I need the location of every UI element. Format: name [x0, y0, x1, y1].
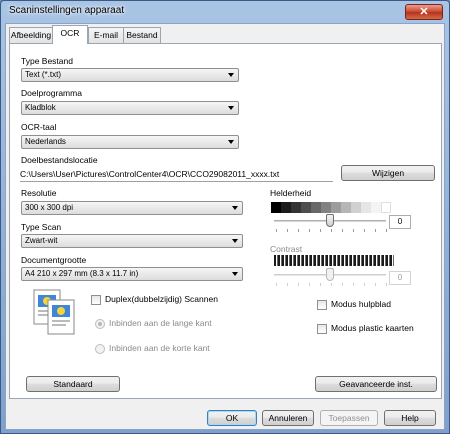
chevron-down-icon [228, 73, 234, 77]
target-app-label: Doelprogramma [21, 88, 82, 98]
chevron-down-icon [228, 140, 234, 144]
change-destination-button[interactable]: Wijzigen [341, 165, 435, 181]
target-app-value: Kladblok [25, 103, 56, 112]
chevron-down-icon [232, 239, 238, 243]
resolution-value: 300 x 300 dpi [25, 203, 74, 212]
binding-long-edge-label: Inbinden aan de lange kant [109, 318, 212, 328]
binding-long-edge-radio[interactable] [95, 319, 105, 329]
ok-button[interactable]: OK [207, 410, 257, 426]
document-size-label: Documentgrootte [21, 255, 87, 265]
cancel-button[interactable]: Annuleren [262, 410, 314, 426]
tab-ocr[interactable]: OCR [52, 25, 88, 44]
apply-button[interactable]: Toepassen [320, 410, 378, 426]
contrast-slider-thumb[interactable] [326, 268, 334, 281]
window-title: Scaninstellingen apparaat [9, 5, 125, 16]
contrast-slider-ticks [276, 283, 388, 286]
brightness-value-field[interactable]: 0 [389, 215, 411, 229]
document-size-value: A4 210 x 297 mm (8.3 x 11.7 in) [25, 269, 139, 278]
duplex-label: Duplex(dubbelzijdig) Scannen [105, 294, 218, 304]
contrast-label: Contrast [270, 244, 303, 254]
ocr-language-label: OCR-taal [21, 122, 57, 132]
scan-type-label: Type Scan [21, 222, 62, 232]
ocr-language-value: Nederlands [25, 137, 66, 146]
plastic-card-label: Modus plastic kaarten [331, 323, 414, 333]
carrier-sheet-checkbox[interactable] [317, 300, 327, 310]
contrast-pattern-bar [274, 255, 394, 266]
tab-bestand[interactable]: Bestand [123, 27, 161, 43]
brightness-slider-ticks [276, 229, 388, 232]
target-app-select[interactable]: Kladblok [21, 101, 239, 115]
binding-short-edge-radio[interactable] [95, 344, 105, 354]
scan-type-select[interactable]: Zwart-wit [21, 234, 243, 248]
scan-type-value: Zwart-wit [25, 236, 58, 245]
carrier-sheet-label: Modus hulpblad [331, 299, 392, 309]
brightness-label: Helderheid [270, 188, 312, 198]
chevron-down-icon [232, 206, 238, 210]
contrast-value-field[interactable]: 0 [389, 271, 411, 285]
file-type-value: Text (*.txt) [25, 70, 62, 79]
title-bar[interactable]: Scaninstellingen apparaat ✕ [1, 1, 449, 23]
file-type-label: Type Bestand [21, 56, 73, 66]
binding-short-edge-label: Inbinden aan de korte kant [109, 343, 210, 353]
brightness-slider-thumb[interactable] [326, 214, 334, 227]
resolution-select[interactable]: 300 x 300 dpi [21, 201, 243, 215]
help-button[interactable]: Help [384, 410, 436, 426]
file-type-select[interactable]: Text (*.txt) [21, 68, 239, 82]
close-icon: ✕ [419, 6, 429, 18]
duplex-checkbox[interactable] [91, 295, 101, 305]
destination-label: Doelbestandslocatie [21, 155, 98, 165]
dialog-window: Scaninstellingen apparaat ✕ Afbeelding O… [0, 0, 450, 434]
resolution-label: Resolutie [21, 188, 57, 198]
plastic-card-checkbox[interactable] [317, 324, 327, 334]
chevron-down-icon [232, 272, 238, 276]
advanced-settings-button[interactable]: Geavanceerde inst. [315, 376, 437, 392]
tab-email[interactable]: E-mail [88, 27, 124, 43]
destination-path-field[interactable]: C:\Users\User\Pictures\ControlCenter4\OC… [20, 168, 333, 182]
default-settings-button[interactable]: Standaard [26, 376, 120, 392]
dialog-body: Afbeelding OCR E-mail Bestand Type Besta… [5, 23, 445, 430]
ocr-language-select[interactable]: Nederlands [21, 135, 239, 149]
tab-afbeelding[interactable]: Afbeelding [9, 27, 53, 43]
chevron-down-icon [228, 106, 234, 110]
close-button[interactable]: ✕ [405, 4, 443, 20]
document-size-select[interactable]: A4 210 x 297 mm (8.3 x 11.7 in) [21, 267, 243, 281]
